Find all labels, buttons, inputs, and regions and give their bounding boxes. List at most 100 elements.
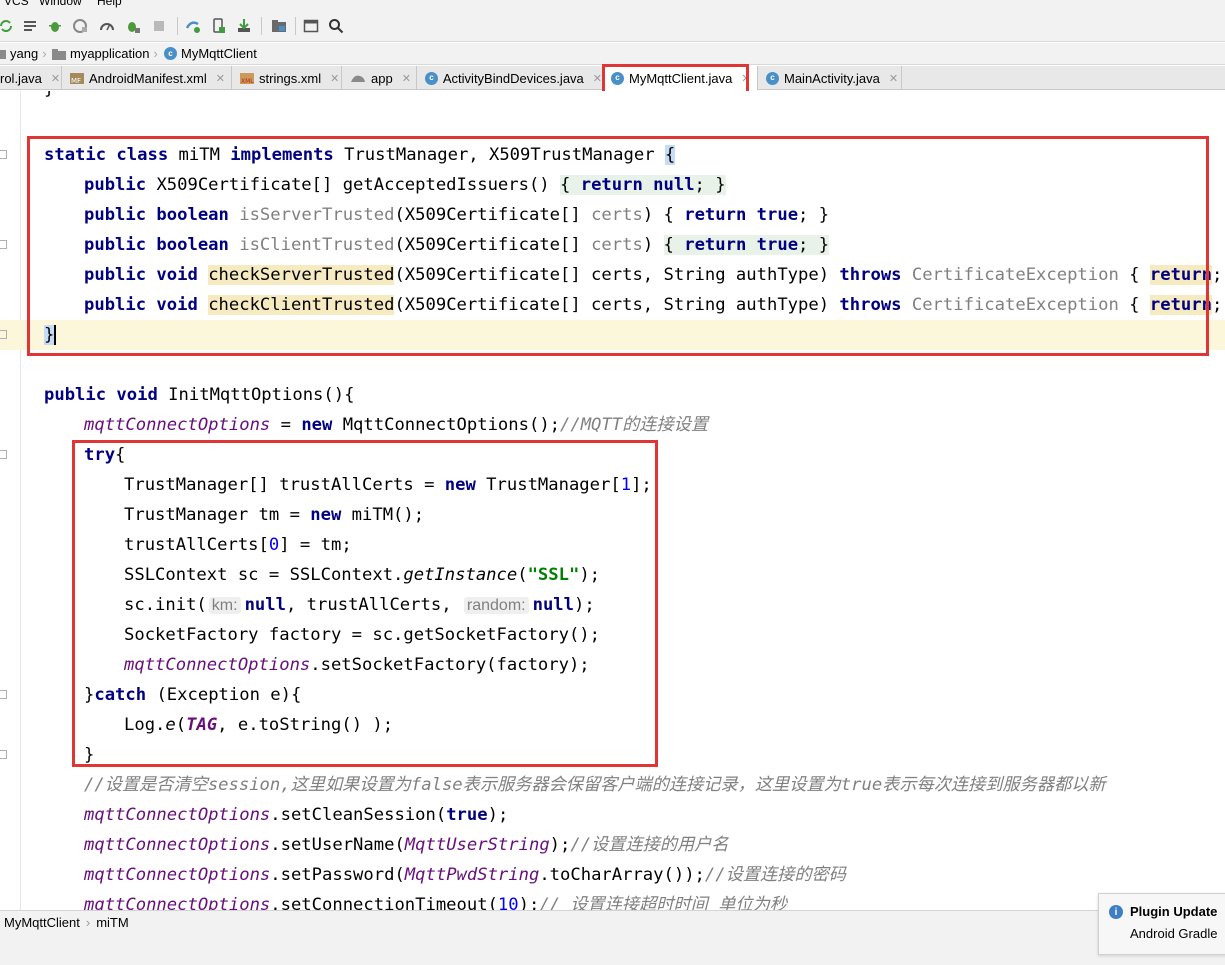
code-line: TrustManager tm = new miTM(); [124,505,425,525]
parameter-hint: km: [208,597,241,614]
gauge-icon[interactable] [99,18,115,34]
debug-bug-icon[interactable] [47,18,63,34]
tab-mainactivity[interactable]: c MainActivity.java ✕ [758,66,902,90]
class-icon: c [611,71,624,85]
chevron-right-icon: › [85,915,91,930]
code-line: public void checkServerTrusted(X509Certi… [84,265,1223,285]
tab-label: strings.xml [259,70,322,86]
close-icon[interactable]: ✕ [402,72,411,85]
parameter-hint: random: [463,597,529,614]
code-line: } [0,91,1225,104]
fold-marker-icon[interactable] [0,150,7,159]
code-line: //设置是否清空session,这里如果设置为false表示服务器会保留客户端的… [84,775,1106,795]
code-line: mqttConnectOptions = new MqttConnectOpti… [84,415,709,435]
xml-file-icon: XML [240,73,254,84]
gradle-sync-icon[interactable] [185,18,201,34]
svg-text:MF: MF [71,77,81,84]
list-icon[interactable] [22,18,38,34]
tab-label: rol.java [0,70,42,86]
plugin-update-notification[interactable]: i Plugin Update Android Gradle [1098,893,1225,955]
menu-help[interactable]: Help [97,0,122,8]
menu-bar: VCS Window Help [0,0,1225,10]
breadcrumb-label: MyMqttClient [181,46,257,61]
code-line: trustAllCerts[0] = tm; [124,535,352,555]
close-icon[interactable]: ✕ [889,72,898,85]
code-line: mqttConnectOptions.setCleanSession(true)… [84,805,509,825]
attach-debugger-icon[interactable] [125,18,141,34]
code-line: static class miTM implements TrustManage… [44,145,676,165]
search-icon[interactable] [328,18,344,34]
code-line: mqttConnectOptions.setConnectionTimeout(… [84,895,787,910]
tab-rol-java[interactable]: rol.java ✕ [0,66,62,90]
menu-window[interactable]: Window [39,0,82,8]
code-line: public void InitMqttOptions(){ [44,385,355,405]
info-icon: i [1109,905,1123,919]
tab-strings-xml[interactable]: XML strings.xml ✕ [232,66,342,90]
tab-activitybinddevices[interactable]: c ActivityBindDevices.java ✕ [417,66,603,90]
tab-label: MyMqttClient.java [629,70,733,86]
chevron-right-icon: › [42,46,47,61]
fold-marker-icon[interactable] [0,450,7,459]
code-line: } [84,745,95,765]
code-line: SocketFactory factory = sc.getSocketFact… [124,625,600,645]
project-structure-icon[interactable] [271,18,287,34]
breadcrumb-item-yang[interactable]: yang › [0,46,47,61]
fold-marker-icon[interactable] [0,330,7,339]
close-icon[interactable]: ✕ [216,72,225,85]
stop-icon[interactable] [151,18,167,34]
code-line: mqttConnectOptions.setSocketFactory(fact… [124,655,590,675]
menu-vcs[interactable]: VCS [4,0,29,8]
breadcrumb-label: myapplication [70,46,150,61]
manifest-file-icon: MF [70,73,84,84]
toolbar [0,10,1225,42]
breadcrumb-label: yang [10,46,39,61]
class-icon: c [164,47,177,60]
structure-breadcrumb: MyMqttClient › miTM [4,915,129,930]
tab-label: MainActivity.java [784,70,880,86]
breadcrumb-item-myapplication[interactable]: myapplication › [52,46,158,61]
tab-app[interactable]: app ✕ [342,66,417,90]
profile-icon[interactable] [72,18,88,34]
editor-tabs: rol.java ✕ MF AndroidManifest.xml ✕ XML … [0,66,1225,90]
class-icon: c [766,71,779,85]
close-icon[interactable]: ✕ [51,72,60,85]
tab-label: AndroidManifest.xml [89,70,207,86]
code-line: public boolean isClientTrusted(X509Certi… [84,235,830,255]
code-line: public boolean isServerTrusted(X509Certi… [84,205,830,225]
tab-label: ActivityBindDevices.java [442,70,584,86]
class-icon: c [425,71,438,85]
notification-body[interactable]: Android Gradle [1130,926,1217,941]
chevron-right-icon: › [153,46,158,61]
code-line: public void checkClientTrusted(X509Certi… [84,295,1223,315]
code-line: SSLContext sc = SSLContext.getInstance("… [124,565,601,585]
folder-icon [0,49,6,59]
svg-text:XML: XML [241,78,254,84]
breadcrumb-item-mymqttclient[interactable]: c MyMqttClient [164,46,257,61]
code-line: sc.init(km: null, trustAllCerts, random: n… [124,595,595,615]
code-editor[interactable]: } static class miTM implements TrustMana… [0,91,1225,910]
code-line: TrustManager[] trustAllCerts = new Trust… [124,475,652,495]
fold-marker-icon[interactable] [0,690,7,699]
close-icon[interactable]: ✕ [741,72,750,85]
code-line: public X509Certificate[] getAcceptedIssu… [84,175,726,195]
layout-icon[interactable] [303,18,319,34]
code-line: mqttConnectOptions.setUserName(MqttUserS… [84,835,729,855]
tab-androidmanifest[interactable]: MF AndroidManifest.xml ✕ [62,66,232,90]
close-icon[interactable]: ✕ [330,72,339,85]
folder-icon [52,48,66,60]
fold-marker-icon[interactable] [0,750,7,759]
sdk-download-icon[interactable] [236,18,252,34]
sync-icon[interactable] [0,18,14,34]
status-bar: MyMqttClient › miTM [0,910,1225,965]
tab-label: app [371,70,393,86]
close-icon[interactable]: ✕ [593,72,602,85]
notification-title: Plugin Update [1130,904,1218,919]
fold-marker-icon[interactable] [0,240,7,249]
structure-crumb[interactable]: MyMqttClient [4,915,80,930]
gradle-icon [351,75,365,82]
code-line: mqttConnectOptions.setPassword(MqttPwdSt… [84,865,846,885]
structure-crumb[interactable]: miTM [96,915,129,930]
code-line: try{ [84,445,126,465]
tab-mymqttclient[interactable]: c MyMqttClient.java ✕ [603,66,758,90]
device-icon[interactable] [210,18,226,34]
